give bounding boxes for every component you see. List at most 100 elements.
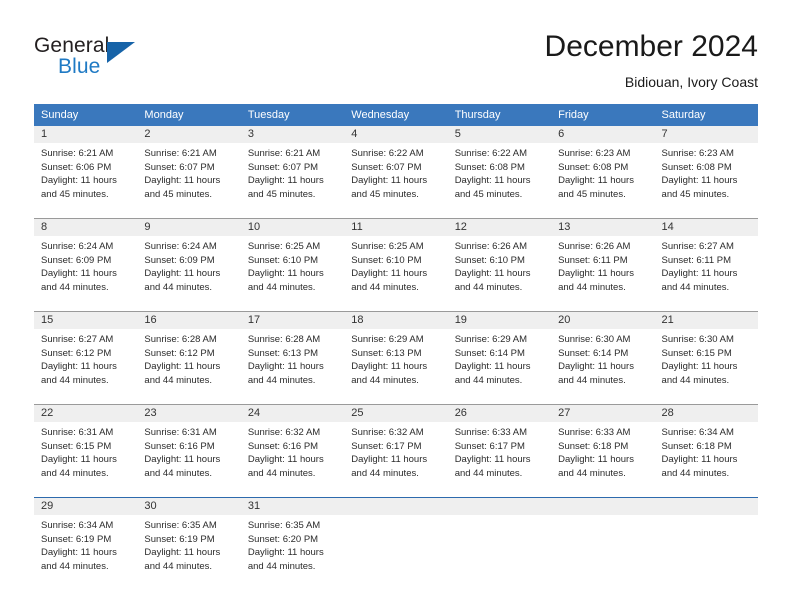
daylight-duration-line1: Daylight: 11 hours [661,268,738,279]
daylight-duration-line1: Daylight: 11 hours [41,361,117,372]
daylight-duration-line2: and 45 minutes. [247,188,316,200]
calendar-day-cell[interactable]: 13 Sunrise: 6:26 AM Sunset: 6:11 PM Dayligh… [551,219,655,303]
calendar-day-cell[interactable]: 22 Sunrise: 6:31 AM Sunset: 6:15 PM Dayligh… [34,405,138,489]
week-separator [34,303,758,312]
day-number: 6 [551,126,655,143]
day-number: 4 [344,126,448,143]
daylight-duration-line1: Daylight: 11 hours [558,361,634,372]
daylight-duration-line1: Daylight: 11 hours [247,361,324,372]
calendar-page: General Blue December 2024 Bidiouan, Ivo… [0,0,792,612]
calendar-day-cell[interactable]: 23 Sunrise: 6:31 AM Sunset: 6:16 PM Dayligh… [137,405,241,489]
calendar-day-cell[interactable]: 16 Sunrise: 6:28 AM Sunset: 6:12 PM Dayligh… [137,312,241,396]
daylight-duration-line2: and 44 minutes. [454,281,523,293]
calendar-day-cell[interactable]: 14 Sunrise: 6:27 AM Sunset: 6:11 PM Dayligh… [654,219,758,303]
sunset-time: Sunset: 6:16 PM [247,440,319,452]
sunrise-time: Sunrise: 6:35 AM [144,520,217,531]
daylight-duration-line1: Daylight: 11 hours [247,175,324,186]
sunset-time: Sunset: 6:18 PM [558,440,629,452]
daylight-duration-line2: and 44 minutes. [558,467,626,479]
calendar-day-cell[interactable]: 5 Sunrise: 6:22 AM Sunset: 6:08 PM Daylight… [447,126,552,210]
day-number: 26 [447,405,552,422]
day-details: Sunrise: 6:24 AM Sunset: 6:09 PM Daylight:… [137,236,240,294]
sunrise-time: Sunrise: 6:31 AM [144,427,217,438]
day-cell-11: 11 Sunrise: 6:25 AM Sunset: 6:10 PM Dayligh… [344,219,448,303]
sunset-time: Sunset: 6:06 PM [41,161,112,173]
calendar-day-cell[interactable]: 1 Sunrise: 6:21 AM Sunset: 6:06 PM Daylight… [34,126,138,210]
day-cell-1: 1 Sunrise: 6:21 AM Sunset: 6:06 PM Daylight… [34,126,138,210]
daylight-duration-line1: Daylight: 11 hours [144,268,221,279]
daylight-duration-line2: and 44 minutes. [247,467,316,479]
daylight-duration-line2: and 45 minutes. [661,188,730,200]
sunset-time: Sunset: 6:12 PM [144,347,215,359]
separator-line [34,396,758,405]
sunrise-time: Sunrise: 6:21 AM [41,148,114,159]
calendar-day-cell[interactable]: 12 Sunrise: 6:26 AM Sunset: 6:10 PM Dayligh… [447,219,552,303]
day-number: 22 [34,405,138,422]
day-cell-8: 8 Sunrise: 6:24 AM Sunset: 6:09 PM Daylight… [34,219,138,303]
day-details: Sunrise: 6:26 AM Sunset: 6:10 PM Daylight:… [448,236,551,294]
calendar-day-cell[interactable]: 31 Sunrise: 6:35 AM Sunset: 6:20 PM Dayligh… [240,498,345,582]
sunrise-time: Sunrise: 6:33 AM [558,427,631,438]
daylight-duration-line1: Daylight: 11 hours [351,268,428,279]
day-number: 20 [551,312,655,329]
calendar-day-cell[interactable]: 30 Sunrise: 6:35 AM Sunset: 6:19 PM Dayligh… [137,498,241,582]
sunrise-time: Sunrise: 6:34 AM [41,520,114,531]
week-separator [34,489,758,498]
weekday-header-sunday: Sunday [34,104,138,126]
daylight-duration-line1: Daylight: 11 hours [351,454,428,465]
calendar-day-cell[interactable]: 28 Sunrise: 6:34 AM Sunset: 6:18 PM Dayligh… [654,405,758,489]
daylight-duration-line2: and 44 minutes. [247,374,316,386]
calendar-day-cell[interactable]: 9 Sunrise: 6:24 AM Sunset: 6:09 PM Daylight… [137,219,241,303]
sunset-time: Sunset: 6:20 PM [247,533,319,545]
calendar-day-cell[interactable]: 17 Sunrise: 6:28 AM Sunset: 6:13 PM Dayligh… [240,312,345,396]
day-cell-2: 2 Sunrise: 6:21 AM Sunset: 6:07 PM Daylight… [137,126,241,210]
day-details: Sunrise: 6:31 AM Sunset: 6:16 PM Daylight:… [137,422,240,480]
calendar-table: Sunday Monday Tuesday Wednesday Thursday… [34,104,758,582]
calendar-day-cell[interactable]: 6 Sunrise: 6:23 AM Sunset: 6:08 PM Daylight… [551,126,655,210]
day-cell-22: 22 Sunrise: 6:31 AM Sunset: 6:15 PM Dayligh… [34,405,138,489]
calendar-day-cell[interactable]: 10 Sunrise: 6:25 AM Sunset: 6:10 PM Dayligh… [240,219,345,303]
daylight-duration-line1: Daylight: 11 hours [41,454,117,465]
daylight-duration-line2: and 44 minutes. [144,560,213,572]
day-number: 21 [654,312,758,329]
sunrise-time: Sunrise: 6:24 AM [41,241,114,252]
title-block: December 2024 Bidiouan, Ivory Coast [545,28,758,92]
calendar-day-cell[interactable]: 7 Sunrise: 6:23 AM Sunset: 6:08 PM Daylight… [654,126,758,210]
calendar-day-cell[interactable]: 24 Sunrise: 6:32 AM Sunset: 6:16 PM Dayligh… [240,405,345,489]
calendar-day-cell [654,498,758,582]
day-number: 25 [344,405,448,422]
week-separator [34,396,758,405]
calendar-day-cell [551,498,655,582]
daylight-duration-line2: and 44 minutes. [41,560,109,572]
calendar-day-cell[interactable]: 26 Sunrise: 6:33 AM Sunset: 6:17 PM Dayligh… [447,405,552,489]
day-number: 23 [137,405,241,422]
calendar-day-cell[interactable]: 19 Sunrise: 6:29 AM Sunset: 6:14 PM Dayligh… [447,312,552,396]
sunrise-time: Sunrise: 6:23 AM [558,148,631,159]
calendar-day-cell[interactable]: 2 Sunrise: 6:21 AM Sunset: 6:07 PM Daylight… [137,126,241,210]
day-cell-16: 16 Sunrise: 6:28 AM Sunset: 6:12 PM Dayligh… [137,312,241,396]
day-cell-20: 20 Sunrise: 6:30 AM Sunset: 6:14 PM Dayligh… [551,312,655,396]
sunrise-time: Sunrise: 6:26 AM [454,241,528,252]
day-details: Sunrise: 6:34 AM Sunset: 6:18 PM Daylight:… [655,422,758,480]
calendar-day-cell[interactable]: 25 Sunrise: 6:32 AM Sunset: 6:17 PM Dayligh… [344,405,448,489]
calendar-day-cell[interactable]: 8 Sunrise: 6:24 AM Sunset: 6:09 PM Daylight… [34,219,138,303]
sunset-time: Sunset: 6:16 PM [144,440,215,452]
day-cell-17: 17 Sunrise: 6:28 AM Sunset: 6:13 PM Dayligh… [240,312,345,396]
weekday-header-thursday: Thursday [447,104,552,126]
day-number: 7 [654,126,758,143]
calendar-day-cell[interactable]: 15 Sunrise: 6:27 AM Sunset: 6:12 PM Dayligh… [34,312,138,396]
sunrise-time: Sunrise: 6:34 AM [661,427,734,438]
calendar-day-cell[interactable]: 21 Sunrise: 6:30 AM Sunset: 6:15 PM Dayligh… [654,312,758,396]
calendar-day-cell[interactable]: 3 Sunrise: 6:21 AM Sunset: 6:07 PM Daylight… [240,126,345,210]
calendar-day-cell[interactable]: 27 Sunrise: 6:33 AM Sunset: 6:18 PM Dayligh… [551,405,655,489]
calendar-day-cell[interactable]: 11 Sunrise: 6:25 AM Sunset: 6:10 PM Dayligh… [344,219,448,303]
calendar-day-cell[interactable]: 29 Sunrise: 6:34 AM Sunset: 6:19 PM Dayligh… [34,498,138,582]
calendar-day-cell[interactable]: 20 Sunrise: 6:30 AM Sunset: 6:14 PM Dayligh… [551,312,655,396]
calendar-day-cell[interactable]: 4 Sunrise: 6:22 AM Sunset: 6:07 PM Daylight… [344,126,448,210]
day-cell-empty [447,498,552,582]
week-separator-row [34,396,758,405]
daylight-duration-line2: and 44 minutes. [247,560,316,572]
day-cell-18: 18 Sunrise: 6:29 AM Sunset: 6:13 PM Dayligh… [344,312,448,396]
calendar-day-cell[interactable]: 18 Sunrise: 6:29 AM Sunset: 6:13 PM Dayligh… [344,312,448,396]
sunrise-time: Sunrise: 6:31 AM [41,427,114,438]
